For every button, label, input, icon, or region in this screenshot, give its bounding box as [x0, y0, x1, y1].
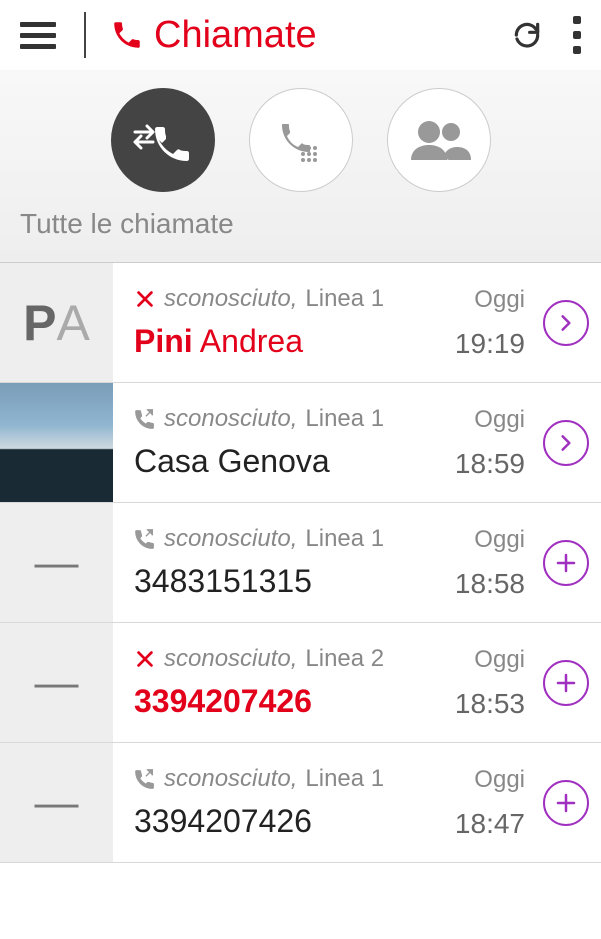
header-divider — [84, 12, 86, 58]
avatar-unknown: — — [0, 503, 116, 622]
tab-all-calls[interactable] — [111, 88, 215, 192]
outgoing-call-icon — [134, 528, 156, 550]
missed-call-icon — [134, 288, 156, 310]
call-time: 18:58 — [455, 568, 525, 600]
call-row[interactable]: sconosciuto, Linea 1 Casa Genova Oggi 18… — [0, 383, 601, 503]
call-day: Oggi — [474, 526, 525, 554]
contacts-icon — [405, 112, 473, 168]
missed-call-icon — [134, 648, 156, 670]
more-icon[interactable] — [573, 16, 581, 54]
caller-name: Casa Genova — [134, 443, 431, 480]
tab-contacts[interactable] — [387, 88, 491, 192]
call-time: 18:59 — [455, 448, 525, 480]
add-contact-button[interactable] — [543, 540, 589, 586]
avatar-unknown: — — [0, 743, 116, 862]
filter-tabs: Tutte le chiamate — [0, 70, 601, 263]
dialer-icon — [273, 112, 329, 168]
avatar-unknown: — — [0, 623, 116, 742]
add-contact-button[interactable] — [543, 780, 589, 826]
call-provider: sconosciuto, — [164, 645, 297, 673]
call-time: 18:47 — [455, 808, 525, 840]
call-line: Linea 1 — [305, 285, 384, 313]
call-row[interactable]: PA sconosciuto, Linea 1 Pini Andrea Oggi… — [0, 263, 601, 383]
detail-button[interactable] — [543, 420, 589, 466]
plus-icon — [554, 791, 578, 815]
call-day: Oggi — [474, 646, 525, 674]
caller-name: 3483151315 — [134, 563, 431, 600]
plus-icon — [554, 671, 578, 695]
call-line: Linea 1 — [305, 525, 384, 553]
chevron-right-icon — [556, 433, 576, 453]
detail-button[interactable] — [543, 300, 589, 346]
call-line: Linea 1 — [305, 405, 384, 433]
outgoing-call-icon — [134, 768, 156, 790]
add-contact-button[interactable] — [543, 660, 589, 706]
phone-icon — [110, 18, 144, 52]
page-title: Chiamate — [154, 14, 511, 57]
caller-name: Pini Andrea — [134, 323, 431, 360]
avatar-initials: PA — [0, 263, 116, 382]
call-day: Oggi — [474, 766, 525, 794]
avatar-photo — [0, 383, 116, 502]
call-row[interactable]: — sconosciuto, Linea 1 3394207426 Oggi 1… — [0, 743, 601, 863]
caller-name: 3394207426 — [134, 803, 431, 840]
call-day: Oggi — [474, 286, 525, 314]
tab-label: Tutte le chiamate — [0, 208, 601, 240]
call-time: 18:53 — [455, 688, 525, 720]
call-line: Linea 1 — [305, 765, 384, 793]
call-provider: sconosciuto, — [164, 285, 297, 313]
call-provider: sconosciuto, — [164, 765, 297, 793]
menu-icon[interactable] — [20, 15, 60, 55]
call-time: 19:19 — [455, 328, 525, 360]
app-header: Chiamate — [0, 0, 601, 70]
call-day: Oggi — [474, 406, 525, 434]
call-line: Linea 2 — [305, 645, 384, 673]
call-list: PA sconosciuto, Linea 1 Pini Andrea Oggi… — [0, 263, 601, 863]
calls-exchange-icon — [131, 112, 195, 168]
call-row[interactable]: — sconosciuto, Linea 2 3394207426 Oggi 1… — [0, 623, 601, 743]
call-row[interactable]: — sconosciuto, Linea 1 3483151315 Oggi 1… — [0, 503, 601, 623]
plus-icon — [554, 551, 578, 575]
call-provider: sconosciuto, — [164, 525, 297, 553]
outgoing-call-icon — [134, 408, 156, 430]
call-provider: sconosciuto, — [164, 405, 297, 433]
tab-dialer[interactable] — [249, 88, 353, 192]
caller-name: 3394207426 — [134, 683, 431, 720]
refresh-icon[interactable] — [511, 19, 543, 51]
chevron-right-icon — [556, 313, 576, 333]
